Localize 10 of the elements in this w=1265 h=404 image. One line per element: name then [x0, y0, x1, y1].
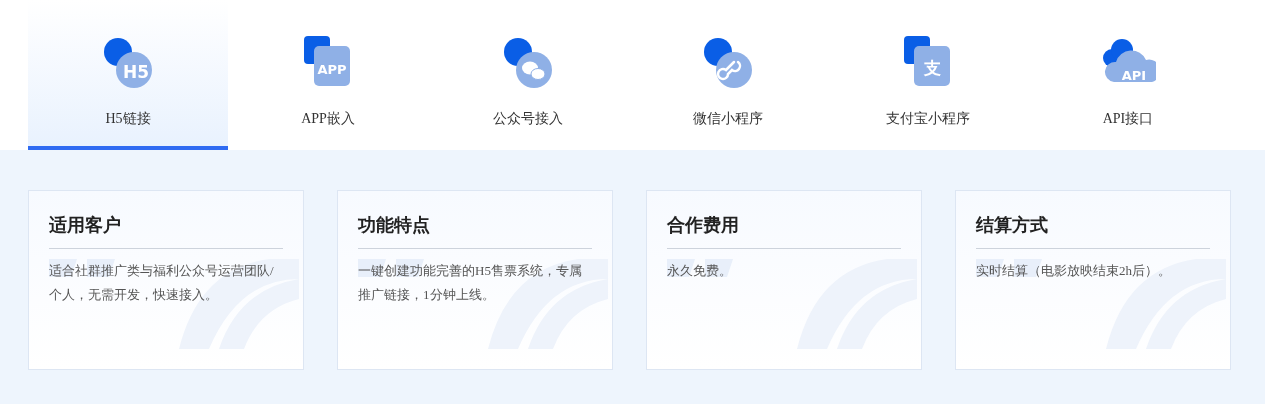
card-title: 适用客户: [49, 211, 283, 249]
card-text: 永久免费。: [667, 262, 733, 280]
card-text: 适合社群推广类与福利公众号运营团队/个人，无需开发，快速接入。: [49, 262, 275, 304]
chat-bubbles-icon: [522, 61, 546, 80]
link-icon: [716, 60, 742, 81]
card-title: 功能特点: [358, 211, 592, 249]
card-text: 一键创建功能完善的H5售票系统，专属推广链接，1分钟上线。: [358, 262, 583, 304]
card-title: 结算方式: [976, 211, 1210, 249]
card-title: 合作费用: [667, 211, 901, 249]
card-text: 实时结算（电影放映结束2h后）。: [976, 262, 1172, 280]
